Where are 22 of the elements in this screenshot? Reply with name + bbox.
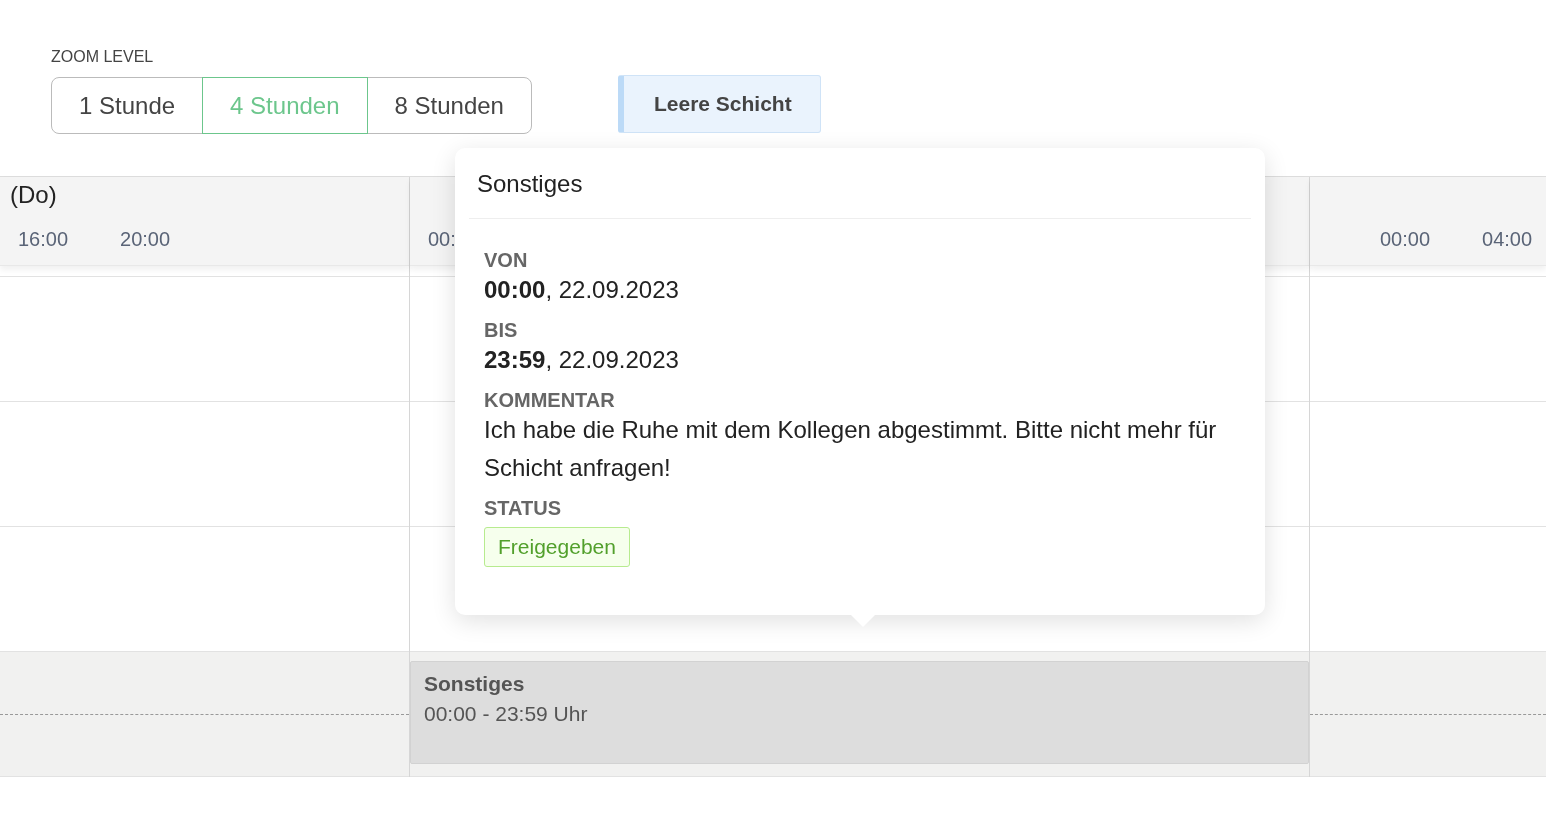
shift-block[interactable]: Sonstiges 00:00 - 23:59 Uhr [410,661,1309,764]
empty-shift-button[interactable]: Leere Schicht [617,75,821,133]
shift-time: 00:00 - 23:59 Uhr [424,702,589,726]
time-tick-label: 20:00 [120,228,171,251]
zoom-level-label: ZOOM LEVEL [51,48,155,66]
field-value: Ich habe die Ruhe mit dem Kollegen abgestimmt. Bitte nicht mehr für Schicht anfragen! [484,415,1218,483]
day-title: (Do) [10,181,57,209]
status-tag: Freigegeben [484,527,630,567]
time-tick-label: 00: [428,228,456,251]
shift-title: Sonstiges [424,672,526,696]
zoom-option[interactable]: 1 Stunde [51,77,204,134]
field-value: 23:59, 22.09.2023 [484,345,680,375]
time-tick-label: 00:00 [1380,228,1431,251]
field-label: BIS [484,319,519,342]
time-tick-label: 04:00 [1482,228,1533,251]
zoom-option[interactable]: 8 Stunden [366,77,532,134]
time-tick-label: 16:00 [18,228,69,251]
field-label: VON [484,249,529,272]
popover-title: Sonstiges [476,169,584,199]
field-label: KOMMENTAR [484,389,616,412]
field-value: 00:00, 22.09.2023 [484,275,680,305]
field-label: STATUS [484,497,563,520]
